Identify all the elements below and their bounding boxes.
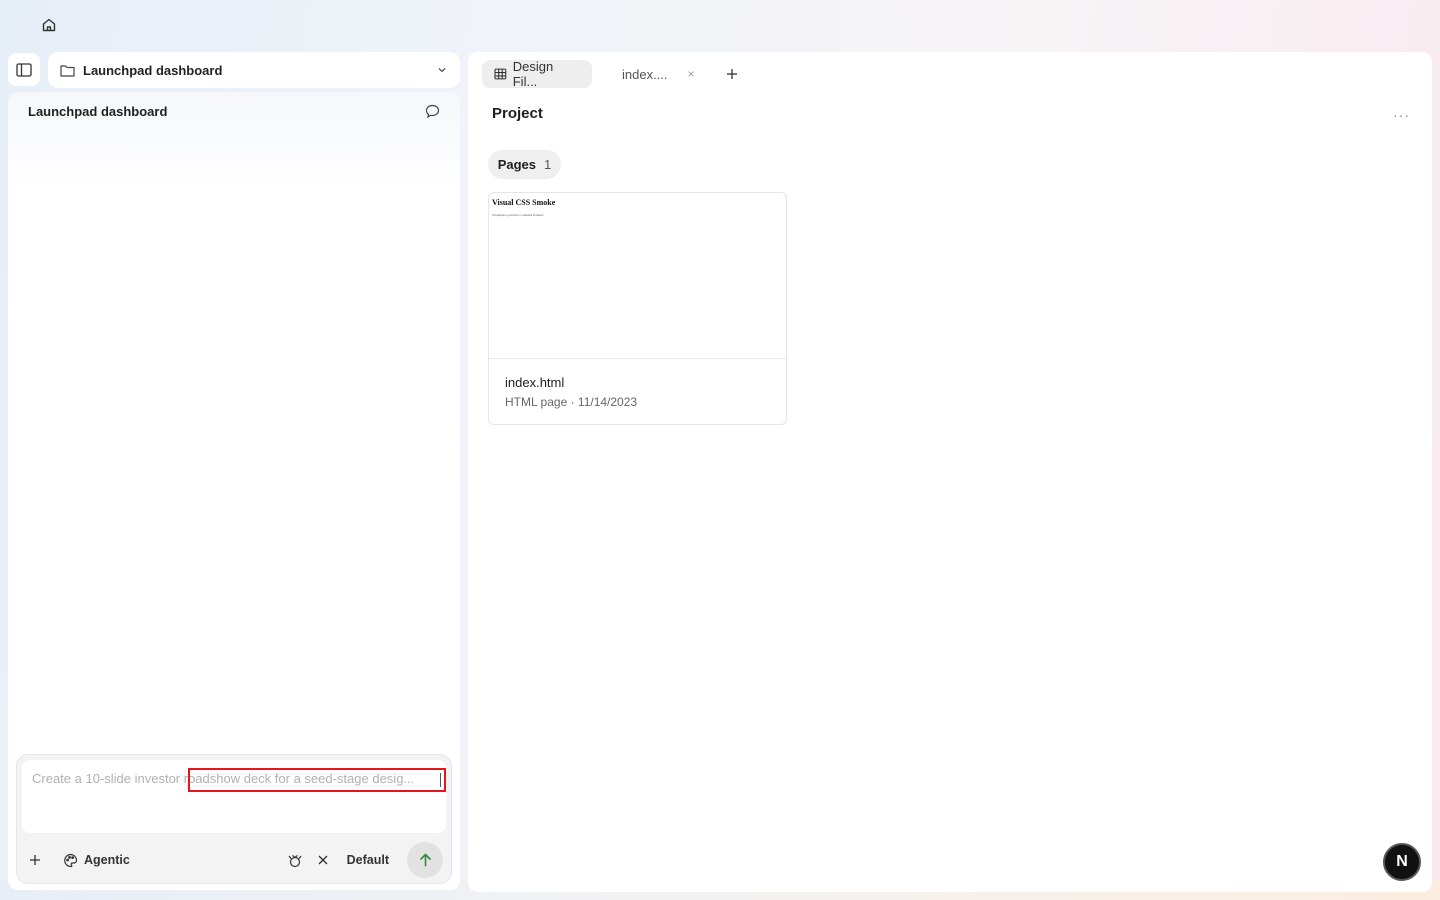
tab-design-files[interactable]: Design Fil... — [482, 59, 592, 89]
sidebar-toggle-button[interactable] — [8, 53, 40, 86]
chat-input[interactable] — [32, 771, 436, 822]
file-card[interactable]: Visual CSS Smoke Workspace preview conta… — [488, 192, 787, 425]
chat-panel: Launchpad dashboard Agentic — [8, 92, 460, 890]
palette-icon — [64, 853, 78, 867]
close-icon — [318, 855, 328, 865]
preview-subtitle: Workspace preview contains framed. — [492, 213, 544, 217]
avatar[interactable]: N — [1383, 843, 1421, 881]
plus-icon — [30, 855, 40, 865]
file-name: index.html — [505, 375, 565, 390]
send-button[interactable] — [407, 842, 443, 878]
grid-icon — [494, 68, 507, 80]
tab-label: Design Fil... — [512, 59, 554, 89]
tab-close-button[interactable]: × — [688, 67, 695, 81]
tab-index[interactable]: index.... × — [604, 60, 704, 88]
chip-count: 1 — [544, 157, 552, 172]
text-caret — [440, 773, 441, 787]
chat-toolbar: Agentic Default — [25, 842, 443, 878]
workspace-panel: Design Fil... index.... × Project ··· Pa… — [468, 52, 1432, 892]
arrow-up-icon — [419, 853, 431, 867]
home-button[interactable] — [36, 12, 62, 38]
chat-bubble-icon[interactable] — [425, 104, 440, 119]
session-item[interactable]: Launchpad dashboard — [8, 100, 460, 122]
add-attachment-button[interactable] — [25, 850, 45, 870]
mode-selector[interactable]: Agentic — [63, 853, 130, 868]
tool-icon — [288, 854, 302, 867]
project-selector[interactable]: Launchpad dashboard — [48, 52, 460, 88]
chat-composer: Agentic Default — [16, 754, 452, 884]
chip-label: Pages — [497, 157, 537, 172]
mode-label: Agentic — [84, 853, 130, 867]
chat-input-wrapper — [22, 760, 446, 833]
more-options-button[interactable]: ··· — [1393, 107, 1410, 123]
session-title: Launchpad dashboard — [28, 103, 168, 119]
tab-label: index.... — [622, 66, 668, 82]
project-selector-label: Launchpad dashboard — [83, 62, 223, 78]
sidebar-toggle-icon — [16, 62, 32, 77]
home-icon — [42, 18, 56, 32]
page-title: Project — [492, 105, 543, 122]
file-preview: Visual CSS Smoke Workspace preview conta… — [489, 193, 786, 359]
plus-icon — [727, 69, 737, 79]
clear-tool-button[interactable] — [315, 852, 331, 868]
tool-button[interactable] — [285, 850, 305, 870]
add-tab-button[interactable] — [722, 64, 742, 84]
preview-title: Visual CSS Smoke — [492, 198, 556, 207]
file-meta: index.html HTML page · 11/14/2023 — [489, 359, 786, 424]
chevron-down-icon — [438, 68, 446, 73]
file-description: HTML page · 11/14/2023 — [505, 395, 638, 409]
model-selector[interactable]: Default — [347, 853, 389, 867]
folder-icon — [60, 64, 75, 77]
pages-filter-chip[interactable]: Pages 1 — [488, 150, 561, 179]
